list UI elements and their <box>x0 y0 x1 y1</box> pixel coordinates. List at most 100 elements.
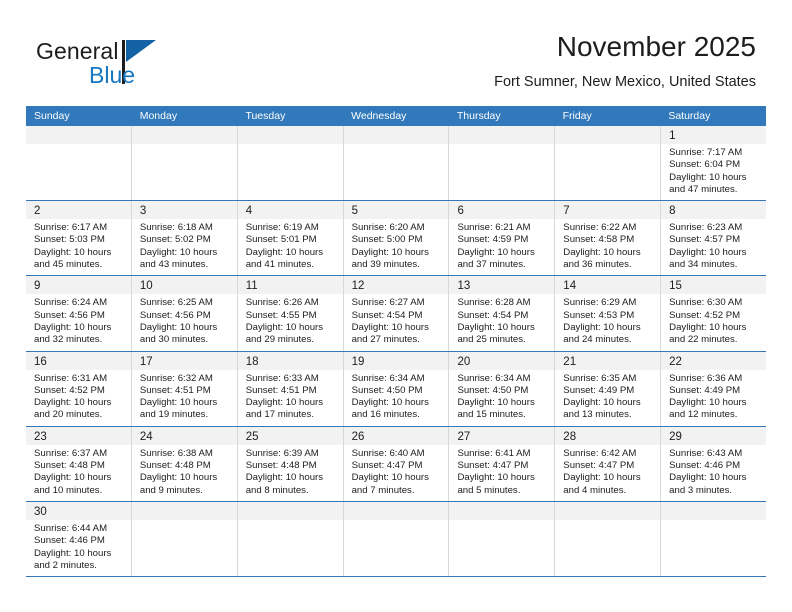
daylight-text-line2: and 30 minutes. <box>139 334 209 346</box>
day-cell-27[interactable]: 27 Sunrise: 6:41 AM Sunset: 4:47 PM Dayligh… <box>449 426 556 501</box>
day-cell-22[interactable]: 22 Sunrise: 6:36 AM Sunset: 4:49 PM Dayligh… <box>661 351 767 426</box>
day-cell-2[interactable]: 2 Sunrise: 6:17 AM Sunset: 5:03 PM Daylight… <box>26 201 132 276</box>
calendar-page: General Blue November 2025 Fort Sumner, … <box>0 0 792 612</box>
day-cell-8[interactable]: 8 Sunrise: 6:23 AM Sunset: 4:57 PM Daylight… <box>661 201 767 276</box>
day-number-band: 10 <box>131 276 237 295</box>
day-cell-10[interactable]: 10 Sunrise: 6:25 AM Sunset: 4:56 PM Dayligh… <box>131 276 238 351</box>
day-number-band: 25 <box>237 426 343 445</box>
day-cell-9[interactable]: 9 Sunrise: 6:24 AM Sunset: 4:56 PM Daylight… <box>26 276 132 351</box>
day-cell-16[interactable]: 16 Sunrise: 6:31 AM Sunset: 4:52 PM Dayligh… <box>26 351 132 426</box>
day-number: 20 <box>457 355 471 368</box>
day-number: 25 <box>245 430 259 443</box>
sunset-text: Sunset: 4:59 PM <box>457 234 529 246</box>
weekday-header-monday: Monday <box>139 110 178 122</box>
day-cell-11[interactable]: 11 Sunrise: 6:26 AM Sunset: 4:55 PM Dayligh… <box>237 276 344 351</box>
day-cell-4[interactable]: 4 Sunrise: 6:19 AM Sunset: 5:01 PM Daylight… <box>237 201 344 276</box>
day-cell-28[interactable]: 28 Sunrise: 6:42 AM Sunset: 4:47 PM Dayligh… <box>555 426 662 501</box>
sunrise-text: Sunrise: 6:24 AM <box>34 297 108 309</box>
day-number-band <box>26 126 131 144</box>
day-number-band: 6 <box>449 201 555 220</box>
day-number-band: 22 <box>661 351 767 370</box>
day-number-band <box>343 126 449 144</box>
sunrise-text: Sunrise: 6:34 AM <box>351 372 425 384</box>
day-cell-15[interactable]: 15 Sunrise: 6:30 AM Sunset: 4:52 PM Dayligh… <box>661 276 767 351</box>
calendar-week-row: 9 Sunrise: 6:24 AM Sunset: 4:56 PM Daylight… <box>26 276 767 352</box>
daylight-text-line1: Daylight: 10 hours <box>245 321 324 333</box>
day-cell-18[interactable]: 18 Sunrise: 6:33 AM Sunset: 4:51 PM Dayligh… <box>237 351 344 426</box>
day-cell-empty <box>343 126 450 201</box>
day-number: 2 <box>34 205 41 218</box>
daylight-text-line2: and 25 minutes. <box>457 334 526 346</box>
general-blue-logo[interactable]: General Blue <box>36 38 216 90</box>
day-cell-30[interactable]: 30 Sunrise: 6:44 AM Sunset: 4:46 PM Dayligh… <box>26 501 132 577</box>
day-cell-21[interactable]: 21 Sunrise: 6:35 AM Sunset: 4:49 PM Dayligh… <box>555 351 662 426</box>
sunset-text: Sunset: 4:48 PM <box>245 460 317 472</box>
daylight-text-line2: and 43 minutes. <box>139 259 209 271</box>
day-number: 17 <box>139 355 153 368</box>
day-details: Sunrise: 6:36 AM Sunset: 4:49 PM Daylight:… <box>661 370 766 426</box>
sunset-text: Sunset: 5:03 PM <box>34 234 105 246</box>
day-number: 14 <box>563 280 577 293</box>
day-details: Sunrise: 6:44 AM Sunset: 4:46 PM Daylight:… <box>26 520 131 576</box>
day-cell-5[interactable]: 5 Sunrise: 6:20 AM Sunset: 5:00 PM Daylight… <box>343 201 450 276</box>
day-cell-25[interactable]: 25 Sunrise: 6:39 AM Sunset: 4:48 PM Dayligh… <box>237 426 344 501</box>
day-details: Sunrise: 6:40 AM Sunset: 4:47 PM Daylight:… <box>344 445 449 501</box>
day-cell-19[interactable]: 19 Sunrise: 6:34 AM Sunset: 4:50 PM Dayligh… <box>343 351 450 426</box>
day-number: 21 <box>563 355 577 368</box>
day-details: Sunrise: 6:20 AM Sunset: 5:00 PM Daylight:… <box>344 219 449 275</box>
daylight-text-line2: and 32 minutes. <box>34 334 103 346</box>
day-number: 5 <box>351 205 358 218</box>
day-cell-7[interactable]: 7 Sunrise: 6:22 AM Sunset: 4:58 PM Daylight… <box>555 201 662 276</box>
day-number-band <box>449 126 555 144</box>
day-cell-17[interactable]: 17 Sunrise: 6:32 AM Sunset: 4:51 PM Dayligh… <box>131 351 238 426</box>
daylight-text-line1: Daylight: 10 hours <box>669 472 747 484</box>
sunrise-text: Sunrise: 6:18 AM <box>139 222 213 234</box>
day-cell-13[interactable]: 13 Sunrise: 6:28 AM Sunset: 4:54 PM Dayligh… <box>449 276 556 351</box>
calendar-week-row: 23 Sunrise: 6:37 AM Sunset: 4:48 PM Dayligh… <box>26 426 767 502</box>
day-cell-14[interactable]: 14 Sunrise: 6:29 AM Sunset: 4:53 PM Dayligh… <box>555 276 662 351</box>
daylight-text-line2: and 47 minutes. <box>669 183 738 195</box>
day-number-band: 27 <box>449 426 555 445</box>
calendar-week-row: 1 Sunrise: 7:17 AM Sunset: 6:04 PM Daylight… <box>26 126 767 202</box>
day-number-band: 1 <box>661 126 767 144</box>
day-number: 12 <box>351 280 365 293</box>
daylight-text-line1: Daylight: 10 hours <box>563 321 641 333</box>
day-cell-20[interactable]: 20 Sunrise: 6:34 AM Sunset: 4:50 PM Dayligh… <box>449 351 556 426</box>
day-number-band: 29 <box>661 426 767 445</box>
day-number-band: 9 <box>26 276 131 295</box>
day-cell-empty <box>555 126 662 201</box>
daylight-text-line1: Daylight: 10 hours <box>351 472 429 484</box>
day-cell-23[interactable]: 23 Sunrise: 6:37 AM Sunset: 4:48 PM Dayligh… <box>26 426 132 501</box>
calendar-grid: Sunday Monday Tuesday Wednesday Thursday Frid… <box>26 106 767 578</box>
sunset-text: Sunset: 4:57 PM <box>669 234 741 246</box>
sunset-text: Sunset: 4:55 PM <box>245 309 317 321</box>
daylight-text-line1: Daylight: 10 hours <box>34 547 112 559</box>
title-block: November 2025 Fort Sumner, New Mexico, U… <box>494 30 756 92</box>
weekday-header-wednesday: Wednesday <box>351 110 407 122</box>
day-cell-12[interactable]: 12 Sunrise: 6:27 AM Sunset: 4:54 PM Dayligh… <box>343 276 450 351</box>
sunset-text: Sunset: 4:47 PM <box>457 460 529 472</box>
sunrise-text: Sunrise: 7:17 AM <box>669 147 743 158</box>
day-number: 15 <box>669 280 682 293</box>
daylight-text-line2: and 41 minutes. <box>245 259 314 271</box>
day-number-band: 13 <box>449 276 555 295</box>
daylight-text-line1: Daylight: 10 hours <box>457 321 535 333</box>
day-cell-3[interactable]: 3 Sunrise: 6:18 AM Sunset: 5:02 PM Daylight… <box>131 201 238 276</box>
day-cell-1[interactable]: 1 Sunrise: 7:17 AM Sunset: 6:04 PM Daylight… <box>661 126 767 201</box>
daylight-text-line2: and 2 minutes. <box>34 559 97 571</box>
day-number: 16 <box>34 355 47 368</box>
day-number: 6 <box>457 205 464 218</box>
sunrise-text: Sunrise: 6:30 AM <box>669 297 743 309</box>
daylight-text-line2: and 8 minutes. <box>245 484 309 496</box>
day-number-band <box>449 501 555 520</box>
day-cell-29[interactable]: 29 Sunrise: 6:43 AM Sunset: 4:46 PM Dayligh… <box>661 426 767 501</box>
day-cell-26[interactable]: 26 Sunrise: 6:40 AM Sunset: 4:47 PM Dayligh… <box>343 426 450 501</box>
sunset-text: Sunset: 4:58 PM <box>563 234 635 246</box>
day-details: Sunrise: 6:17 AM Sunset: 5:03 PM Daylight:… <box>26 219 131 275</box>
daylight-text-line1: Daylight: 10 hours <box>139 472 218 484</box>
day-number: 4 <box>245 205 253 218</box>
day-details: Sunrise: 6:34 AM Sunset: 4:50 PM Daylight:… <box>449 370 554 426</box>
sunrise-text: Sunrise: 6:37 AM <box>34 447 108 459</box>
day-cell-6[interactable]: 6 Sunrise: 6:21 AM Sunset: 4:59 PM Daylight… <box>449 201 556 276</box>
day-cell-24[interactable]: 24 Sunrise: 6:38 AM Sunset: 4:48 PM Dayligh… <box>131 426 238 501</box>
